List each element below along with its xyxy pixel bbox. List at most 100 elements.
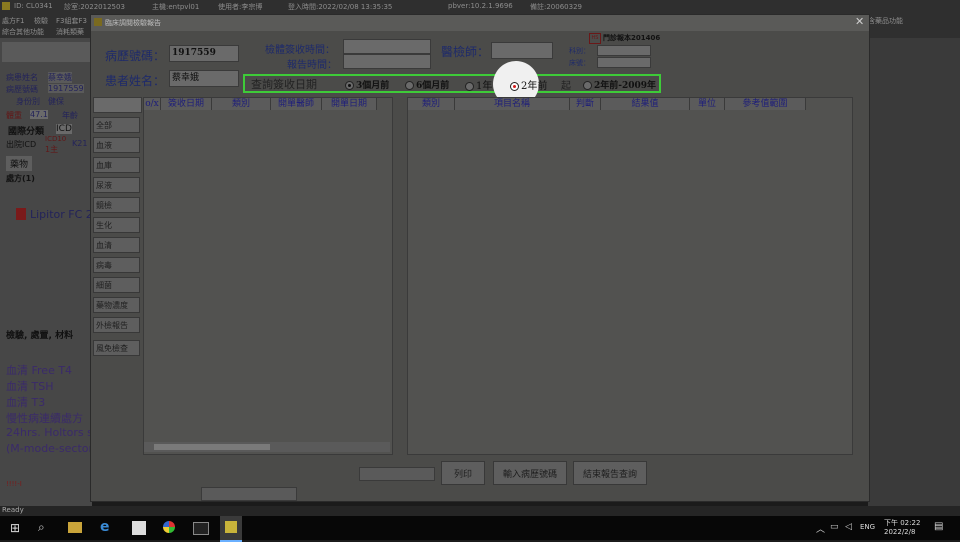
app-u-icon[interactable] (132, 521, 146, 535)
radio-2-years[interactable]: 2年前 (510, 77, 547, 92)
radio-6-months[interactable]: 6個月前 (405, 78, 449, 91)
dept-field[interactable] (597, 45, 651, 56)
chart-value: 1917559 (48, 84, 84, 93)
col-sign-date[interactable]: 簽收日期 (161, 98, 212, 110)
col-result-value[interactable]: 結果值 (601, 98, 690, 110)
his-app-icon[interactable] (225, 521, 237, 533)
category-rheum-button[interactable]: 風免檢查 (93, 340, 140, 356)
lipitor-item[interactable]: Lipitor FC 2 (30, 208, 93, 221)
col-reference-range[interactable]: 參考值範圍 (725, 98, 806, 110)
scrollbar-thumb[interactable] (154, 444, 270, 450)
col-ox[interactable]: o/x (144, 98, 161, 110)
taskbar: ⊞ ⌕ e ︿ ▭ ◁ ENG 下午 02:22 2022/2/8 ▤ (0, 516, 960, 542)
radio-2-years-icon (510, 82, 519, 91)
lab-item-1[interactable]: 血清 Free T4 (6, 362, 72, 378)
lab-report-dialog: 臨床調閱檢驗報告 ✕ 病歷號碼： 1917559 患者姓名： 蔡幸娥 檢體簽收時… (90, 14, 870, 502)
user-text: 使用者:李宗博 (218, 3, 263, 11)
enter-chart-no-button[interactable]: 輸入病歷號碼 (493, 461, 567, 485)
category-bacteria-button[interactable]: 細菌 (93, 277, 140, 293)
lab-item-2[interactable]: 血清 TSH (6, 378, 53, 394)
chrome-icon[interactable] (163, 521, 175, 533)
chart-label: 病歷號碼 (6, 85, 38, 94)
room-text: 診室:2022012503 (64, 3, 125, 11)
report-list-table[interactable]: o/x 簽收日期 類別 開單醫師 開單日期 (143, 97, 393, 455)
rx-label: 處方(1) (6, 174, 35, 183)
lab-item-5[interactable]: 24hrs. Holtors sc (6, 426, 99, 439)
drug-tab[interactable]: 藥物 (6, 156, 33, 171)
category-filter-field[interactable] (93, 97, 142, 113)
category-blood-bank-button[interactable]: 血庫 (93, 157, 140, 173)
radio-3-months[interactable]: 3個月前 (345, 78, 389, 91)
category-biochem-button[interactable]: 生化 (93, 217, 140, 233)
col-judgement[interactable]: 判斷 (570, 98, 601, 110)
windows-start-icon[interactable]: ⊞ (10, 521, 20, 535)
clock-date[interactable]: 2022/2/8 (884, 528, 915, 536)
volume-icon[interactable]: ◁ (845, 522, 852, 532)
terminal-icon[interactable] (193, 522, 209, 535)
bed-label: 床號： (569, 59, 590, 67)
print-button[interactable]: 列印 (441, 461, 485, 485)
menu-consumable[interactable]: 消耗類藥 (56, 27, 84, 37)
report-time-field[interactable] (343, 54, 431, 69)
category-external-button[interactable]: 外檢報告 (93, 317, 140, 333)
lab-item-3[interactable]: 血清 T3 (6, 394, 45, 410)
ie-browser-icon[interactable]: e (100, 519, 110, 535)
category-drug-level-button[interactable]: 藥物濃度 (93, 297, 140, 313)
col-item-name[interactable]: 項目名稱 (455, 98, 570, 110)
sample-time-field[interactable] (343, 39, 431, 54)
language-indicator[interactable]: ENG (860, 523, 875, 531)
category-serum-button[interactable]: 血清 (93, 237, 140, 253)
discharge-icd-label: 出院ICD (6, 140, 37, 149)
app-icon (2, 2, 10, 10)
from-label: 起 (561, 81, 571, 92)
icd10-label: ICD10 (45, 135, 67, 143)
progress-field (359, 467, 435, 481)
note-text: 備註:20060329 (530, 3, 582, 11)
radio-2-years-label: 2年前 (521, 81, 548, 92)
tray-chevron-icon[interactable]: ︿ (816, 522, 825, 535)
dept-label: 科別： (569, 47, 590, 55)
radio-3-months-label: 3個月前 (356, 81, 390, 91)
category-virus-button[interactable]: 病毒 (93, 257, 140, 273)
category-urine-button[interactable]: 尿液 (93, 177, 140, 193)
notification-icon[interactable]: ▤ (934, 521, 943, 532)
col-order-date[interactable]: 開單日期 (322, 98, 377, 110)
name-label: 病患姓名 (6, 73, 38, 82)
report-time-label: 報告時間： (287, 60, 337, 71)
category-microscopy-button[interactable]: 鏡檢 (93, 197, 140, 213)
host-text: 主機:entpvl01 (152, 3, 200, 11)
file-explorer-icon[interactable] (68, 522, 82, 533)
clock-time[interactable]: 下午 02:22 (884, 518, 920, 528)
radio-range[interactable]: 2年前-2009年 (583, 78, 656, 91)
col-ordering-doctor[interactable]: 開單醫師 (271, 98, 322, 110)
menu-set[interactable]: F3組套F3 (56, 16, 87, 26)
technician-field[interactable] (491, 42, 553, 59)
col-result-category[interactable]: 類別 (408, 98, 455, 110)
search-icon[interactable]: ⌕ (38, 520, 45, 535)
patient-name-field[interactable]: 蔡幸娥 (169, 70, 239, 87)
result-detail-table[interactable]: 類別 項目名稱 判斷 結果值 單位 參考值範圍 (407, 97, 853, 455)
outpatient-icon: HS (589, 33, 601, 44)
exit-report-query-button[interactable]: 結束報告查詢 (573, 461, 647, 485)
query-date-label: 查詢簽收日期 (251, 78, 317, 91)
category-blood-button[interactable]: 血液 (93, 137, 140, 153)
menu-lab[interactable]: 檢驗 (34, 16, 48, 26)
bed-field[interactable] (597, 57, 651, 68)
weight-label: 體重 (6, 111, 22, 120)
chart-no-field[interactable]: 1917559 (169, 45, 239, 62)
identity-value: 健保 (48, 97, 64, 106)
lab-item-4[interactable]: 慢性病連續處方 (6, 410, 83, 426)
lab-item-6[interactable]: (M-mode-sector- (6, 442, 96, 455)
col-unit[interactable]: 單位 (690, 98, 725, 110)
menu-drug-function[interactable]: 含藥品功能 (868, 16, 903, 26)
red-tag: !!!!-I (6, 480, 22, 488)
horizontal-scrollbar[interactable] (144, 442, 390, 452)
menu-other[interactable]: 綜合其他功能 (2, 27, 44, 37)
network-icon[interactable]: ▭ (830, 522, 839, 532)
sample-time-label: 檢體簽收時間： (265, 45, 335, 56)
menu-rx[interactable]: 處方F1 (2, 16, 24, 26)
col-category[interactable]: 類別 (212, 98, 271, 110)
category-all-button[interactable]: 全部 (93, 117, 140, 133)
close-icon[interactable]: ✕ (855, 15, 864, 28)
status-text: Ready (2, 506, 24, 514)
